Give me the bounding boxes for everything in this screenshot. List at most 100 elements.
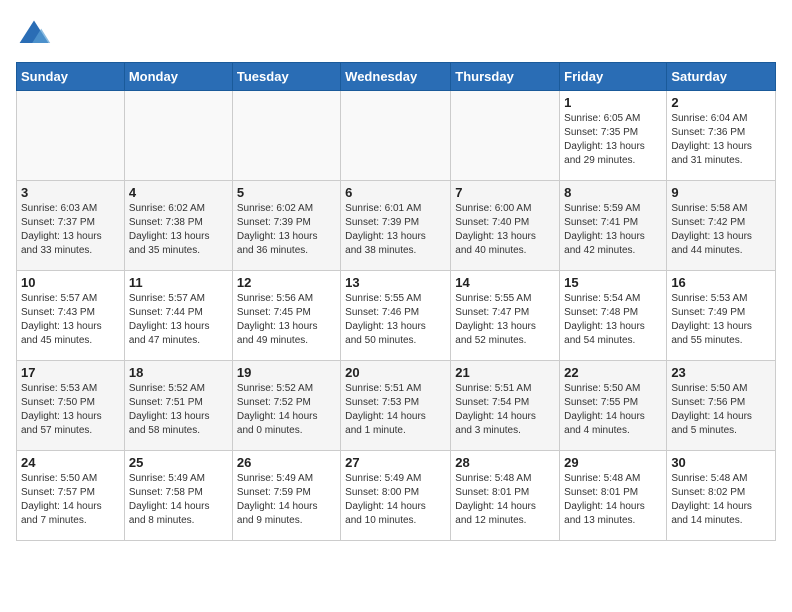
day-cell: 19 Sunrise: 5:52 AM Sunset: 7:52 PM Dayli… xyxy=(232,361,340,451)
day-info: Sunrise: 5:50 AM Sunset: 7:56 PM Dayligh… xyxy=(671,382,771,438)
day-info: Sunrise: 5:49 AM Sunset: 7:58 PM Dayligh… xyxy=(129,472,228,528)
calendar-header: SundayMondayTuesdayWednesdayThursdayFrid… xyxy=(17,63,776,91)
week-row-3: 10 Sunrise: 5:57 AM Sunset: 7:43 PM Dayli… xyxy=(17,271,776,361)
day-cell: 30Sunrise: 5:48 AM Sunset: 8:02 PM Dayli… xyxy=(667,451,776,541)
day-number: 19 xyxy=(237,365,336,380)
calendar-table: SundayMondayTuesdayWednesdayThursdayFrid… xyxy=(16,62,776,541)
day-cell: 17 Sunrise: 5:53 AM Sunset: 7:50 PM Dayli… xyxy=(17,361,125,451)
day-cell: 21 Sunrise: 5:51 AM Sunset: 7:54 PM Dayli… xyxy=(451,361,560,451)
day-cell: 28 Sunrise: 5:48 AM Sunset: 8:01 PM Dayli… xyxy=(451,451,560,541)
day-number: 8 xyxy=(564,185,662,200)
day-info: Sunrise: 5:55 AM Sunset: 7:47 PM Dayligh… xyxy=(455,292,555,348)
day-cell: 6 Sunrise: 6:01 AM Sunset: 7:39 PM Daylig… xyxy=(341,181,451,271)
day-cell: 27 Sunrise: 5:49 AM Sunset: 8:00 PM Dayli… xyxy=(341,451,451,541)
day-info: Sunrise: 6:05 AM Sunset: 7:35 PM Dayligh… xyxy=(564,112,662,168)
day-number: 12 xyxy=(237,275,336,290)
day-cell: 23 Sunrise: 5:50 AM Sunset: 7:56 PM Dayli… xyxy=(667,361,776,451)
day-info: Sunrise: 6:02 AM Sunset: 7:39 PM Dayligh… xyxy=(237,202,336,258)
header xyxy=(16,16,776,52)
day-info: Sunrise: 5:48 AM Sunset: 8:01 PM Dayligh… xyxy=(455,472,555,528)
day-number: 20 xyxy=(345,365,446,380)
day-info: Sunrise: 5:51 AM Sunset: 7:54 PM Dayligh… xyxy=(455,382,555,438)
day-number: 7 xyxy=(455,185,555,200)
day-cell: 7 Sunrise: 6:00 AM Sunset: 7:40 PM Daylig… xyxy=(451,181,560,271)
day-number: 3 xyxy=(21,185,120,200)
day-number: 4 xyxy=(129,185,228,200)
day-number: 15 xyxy=(564,275,662,290)
day-info: Sunrise: 5:52 AM Sunset: 7:52 PM Dayligh… xyxy=(237,382,336,438)
week-row-5: 24 Sunrise: 5:50 AM Sunset: 7:57 PM Dayli… xyxy=(17,451,776,541)
day-number: 1 xyxy=(564,95,662,110)
day-cell: 12Sunrise: 5:56 AM Sunset: 7:45 PM Dayli… xyxy=(232,271,340,361)
day-number: 29 xyxy=(564,455,662,470)
day-info: Sunrise: 5:53 AM Sunset: 7:49 PM Dayligh… xyxy=(671,292,771,348)
day-info: Sunrise: 5:50 AM Sunset: 7:57 PM Dayligh… xyxy=(21,472,120,528)
day-number: 25 xyxy=(129,455,228,470)
week-row-1: 1 Sunrise: 6:05 AM Sunset: 7:35 PM Daylig… xyxy=(17,91,776,181)
week-row-2: 3 Sunrise: 6:03 AM Sunset: 7:37 PM Daylig… xyxy=(17,181,776,271)
day-info: Sunrise: 5:49 AM Sunset: 8:00 PM Dayligh… xyxy=(345,472,446,528)
day-info: Sunrise: 6:00 AM Sunset: 7:40 PM Dayligh… xyxy=(455,202,555,258)
day-number: 9 xyxy=(671,185,771,200)
day-number: 21 xyxy=(455,365,555,380)
day-info: Sunrise: 5:52 AM Sunset: 7:51 PM Dayligh… xyxy=(129,382,228,438)
day-cell: 11 Sunrise: 5:57 AM Sunset: 7:44 PM Dayli… xyxy=(124,271,232,361)
day-number: 2 xyxy=(671,95,771,110)
day-number: 22 xyxy=(564,365,662,380)
day-cell: 1 Sunrise: 6:05 AM Sunset: 7:35 PM Daylig… xyxy=(560,91,667,181)
day-cell: 18 Sunrise: 5:52 AM Sunset: 7:51 PM Dayli… xyxy=(124,361,232,451)
day-number: 30 xyxy=(671,455,771,470)
day-number: 18 xyxy=(129,365,228,380)
day-cell: 10 Sunrise: 5:57 AM Sunset: 7:43 PM Dayli… xyxy=(17,271,125,361)
day-info: Sunrise: 5:54 AM Sunset: 7:48 PM Dayligh… xyxy=(564,292,662,348)
day-info: Sunrise: 5:50 AM Sunset: 7:55 PM Dayligh… xyxy=(564,382,662,438)
week-row-4: 17 Sunrise: 5:53 AM Sunset: 7:50 PM Dayli… xyxy=(17,361,776,451)
day-info: Sunrise: 5:53 AM Sunset: 7:50 PM Dayligh… xyxy=(21,382,120,438)
day-info: Sunrise: 5:57 AM Sunset: 7:44 PM Dayligh… xyxy=(129,292,228,348)
day-number: 10 xyxy=(21,275,120,290)
day-number: 11 xyxy=(129,275,228,290)
day-number: 14 xyxy=(455,275,555,290)
day-info: Sunrise: 5:59 AM Sunset: 7:41 PM Dayligh… xyxy=(564,202,662,258)
day-info: Sunrise: 6:03 AM Sunset: 7:37 PM Dayligh… xyxy=(21,202,120,258)
day-number: 23 xyxy=(671,365,771,380)
header-cell-saturday: Saturday xyxy=(667,63,776,91)
logo xyxy=(16,16,56,52)
day-cell: 16Sunrise: 5:53 AM Sunset: 7:49 PM Dayli… xyxy=(667,271,776,361)
day-cell: 15 Sunrise: 5:54 AM Sunset: 7:48 PM Dayli… xyxy=(560,271,667,361)
logo-icon xyxy=(16,16,52,52)
day-number: 17 xyxy=(21,365,120,380)
header-cell-monday: Monday xyxy=(124,63,232,91)
day-cell xyxy=(341,91,451,181)
day-cell: 3 Sunrise: 6:03 AM Sunset: 7:37 PM Daylig… xyxy=(17,181,125,271)
day-cell: 26 Sunrise: 5:49 AM Sunset: 7:59 PM Dayli… xyxy=(232,451,340,541)
day-cell xyxy=(451,91,560,181)
day-number: 28 xyxy=(455,455,555,470)
header-row: SundayMondayTuesdayWednesdayThursdayFrid… xyxy=(17,63,776,91)
day-cell: 20 Sunrise: 5:51 AM Sunset: 7:53 PM Dayli… xyxy=(341,361,451,451)
day-number: 6 xyxy=(345,185,446,200)
day-number: 13 xyxy=(345,275,446,290)
day-cell: 5 Sunrise: 6:02 AM Sunset: 7:39 PM Daylig… xyxy=(232,181,340,271)
day-info: Sunrise: 5:58 AM Sunset: 7:42 PM Dayligh… xyxy=(671,202,771,258)
day-info: Sunrise: 5:49 AM Sunset: 7:59 PM Dayligh… xyxy=(237,472,336,528)
header-cell-wednesday: Wednesday xyxy=(341,63,451,91)
day-number: 24 xyxy=(21,455,120,470)
day-cell: 2 Sunrise: 6:04 AM Sunset: 7:36 PM Daylig… xyxy=(667,91,776,181)
calendar-body: 1 Sunrise: 6:05 AM Sunset: 7:35 PM Daylig… xyxy=(17,91,776,541)
day-number: 27 xyxy=(345,455,446,470)
day-info: Sunrise: 6:01 AM Sunset: 7:39 PM Dayligh… xyxy=(345,202,446,258)
day-cell: 13 Sunrise: 5:55 AM Sunset: 7:46 PM Dayli… xyxy=(341,271,451,361)
day-cell: 8 Sunrise: 5:59 AM Sunset: 7:41 PM Daylig… xyxy=(560,181,667,271)
header-cell-tuesday: Tuesday xyxy=(232,63,340,91)
header-cell-sunday: Sunday xyxy=(17,63,125,91)
day-info: Sunrise: 5:55 AM Sunset: 7:46 PM Dayligh… xyxy=(345,292,446,348)
day-info: Sunrise: 5:51 AM Sunset: 7:53 PM Dayligh… xyxy=(345,382,446,438)
day-cell: 24 Sunrise: 5:50 AM Sunset: 7:57 PM Dayli… xyxy=(17,451,125,541)
day-info: Sunrise: 5:57 AM Sunset: 7:43 PM Dayligh… xyxy=(21,292,120,348)
day-info: Sunrise: 5:48 AM Sunset: 8:01 PM Dayligh… xyxy=(564,472,662,528)
day-number: 5 xyxy=(237,185,336,200)
day-info: Sunrise: 6:02 AM Sunset: 7:38 PM Dayligh… xyxy=(129,202,228,258)
day-number: 26 xyxy=(237,455,336,470)
day-info: Sunrise: 6:04 AM Sunset: 7:36 PM Dayligh… xyxy=(671,112,771,168)
